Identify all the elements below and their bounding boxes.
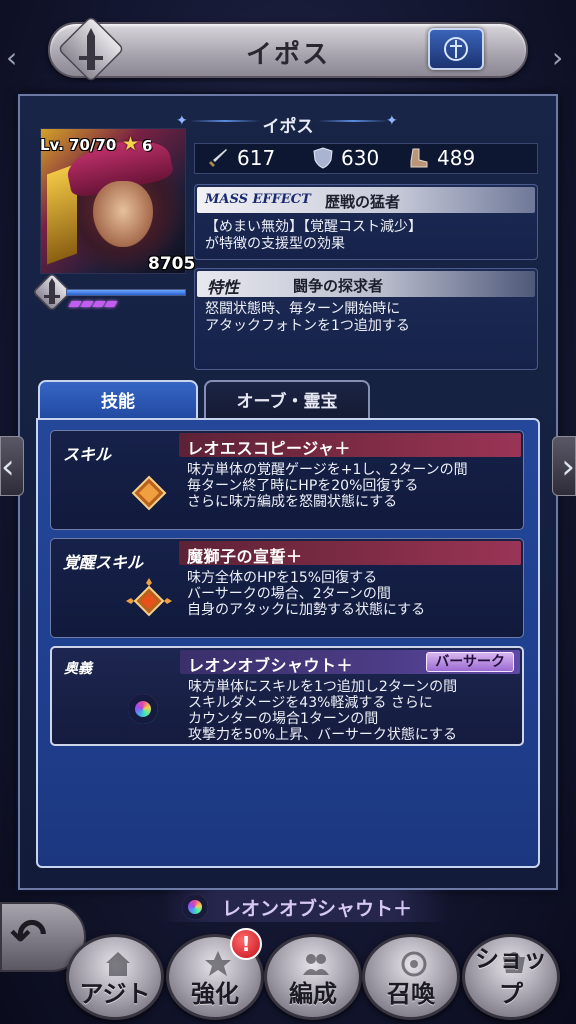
skill-name: 魔獅子の宣誓＋ (187, 547, 303, 566)
sword-icon (209, 149, 227, 167)
exp-bar (66, 289, 186, 296)
skill-crystal-icon (131, 475, 167, 511)
chevron-left-icon[interactable]: ‹ (6, 38, 20, 78)
awaken-crystal-icon (126, 578, 172, 617)
skill-desc-line: カウンターの場合1ターンの間 (188, 711, 379, 727)
trait-title: 闘争の探求者 (293, 277, 384, 295)
trait-box[interactable]: 特性 闘争の探求者 怒闘状態時、毎ターン開始時に アタックフォトンを1つ追加する (194, 268, 538, 370)
skill-desc-line: 毎ターン終了時にHPを20%回復する (187, 478, 419, 494)
stats-bar: 617 630 489 (194, 143, 538, 174)
nav-button-party[interactable]: 編成 (264, 934, 362, 1020)
skill-name: レオンオブシャウト＋ (188, 656, 354, 675)
sword-icon (44, 278, 60, 304)
sparkle-icon: ✦ (386, 113, 398, 129)
skill-desc-line: 味方全体のHPを15%回復する (187, 570, 378, 586)
mass-effect-box[interactable]: MASS EFFECT 歴戦の猛者 【めまい無効】【覚醒コスト減少】 が特徴の支… (194, 184, 538, 260)
ougi-card[interactable]: 奥義 レオンオブシャウト＋ バーサーク 味方単体にスキルを1つ追加し2ターンの間… (50, 646, 524, 746)
star-count: 6 (142, 137, 153, 155)
mass-effect-title: 歴戦の猛者 (325, 193, 401, 211)
skill-name: レオエスコピージャ＋ (187, 439, 351, 458)
exp-bar-fill (67, 290, 185, 295)
skill-desc-line: 自身のアタックに加勢する状態にする (187, 602, 426, 618)
nav-label: アジト (79, 980, 151, 1008)
star-icon: ★ (122, 133, 140, 155)
mass-effect-desc: が特徴の支援型の効果 (205, 236, 345, 252)
skill-card[interactable]: スキル レオエスコピージャ＋ 味方単体の覚醒ゲージを+1し、2ターンの間 毎ター… (50, 430, 524, 530)
attack-value: 617 (237, 146, 276, 170)
skill-name-bar: 魔獅子の宣誓＋ (179, 541, 521, 566)
skill-desc-line: さらに味方編成を怒闘状態にする (187, 494, 398, 510)
attack-stat: 617 (207, 146, 275, 170)
nav-button-summon[interactable]: 召喚 (362, 934, 460, 1020)
berserk-badge: バーサーク (426, 652, 514, 672)
ougi-label: レオンオブシャウト＋ (222, 898, 413, 920)
nav-label: ショップ (475, 945, 547, 1008)
level-label: Lv. 70/70 (40, 136, 117, 154)
skill-type-label: スキル (63, 445, 112, 464)
nav-button-base[interactable]: アジト (66, 934, 164, 1020)
skill-name-bar: レオエスコピージャ＋ (179, 433, 521, 458)
mass-effect-header: MASS EFFECT 歴戦の猛者 (197, 187, 535, 213)
skill-type-label: 奥義 (64, 661, 92, 677)
back-arrow-icon[interactable]: ↶ (10, 910, 47, 961)
skill-type-label: 覚醒スキル (63, 553, 144, 572)
mass-effect-tag: MASS EFFECT (205, 192, 311, 207)
nav-label: 召喚 (387, 980, 435, 1008)
speed-value: 489 (437, 146, 476, 170)
ability-gauge (68, 301, 118, 307)
nav-button-shop[interactable]: ショップ (462, 934, 560, 1020)
header: ‹ イポス › (0, 0, 576, 96)
skill-name-bar: レオンオブシャウト＋ バーサーク (180, 650, 520, 675)
skill-desc-line: 味方単体にスキルを1つ追加し2ターンの間 (188, 679, 458, 695)
trait-header: 特性 闘争の探求者 (197, 271, 535, 297)
skill-desc-line: バーサークの場合、2ターンの間 (187, 586, 391, 602)
power-value: 8705 (148, 254, 196, 274)
mass-effect-desc: 【めまい無効】【覚醒コスト減少】 (205, 219, 422, 235)
ougi-orb-icon (128, 694, 158, 724)
ougi-orb-icon (182, 894, 208, 920)
shield-icon (313, 147, 333, 169)
trait-tag: 特性 (207, 278, 240, 297)
defense-stat: 630 (313, 146, 379, 170)
chevron-left-icon[interactable]: ‹ (0, 436, 24, 496)
divider (318, 120, 388, 122)
nav-label: 強化 (191, 980, 239, 1008)
trait-desc: アタックフォトンを1つ追加する (205, 318, 410, 334)
chevron-right-icon[interactable]: › (552, 38, 566, 78)
skill-desc-line: 味方単体の覚醒ゲージを+1し、2ターンの間 (187, 462, 468, 478)
tab-orb-treasure[interactable]: オーブ・霊宝 (204, 380, 370, 420)
defense-value: 630 (341, 146, 380, 170)
nav-label: 編成 (289, 980, 337, 1008)
chevron-right-icon[interactable]: › (552, 436, 576, 496)
boot-icon (410, 148, 428, 168)
skill-desc-line: 攻撃力を50%上昇、バーサーク状態にする (188, 727, 457, 743)
speed-stat: 489 (407, 146, 475, 170)
alert-badge: ! (230, 928, 262, 960)
skill-card[interactable]: 覚醒スキル 魔獅子の宣誓＋ 味方全体のHPを15%回復する バーサークの場合、2… (50, 538, 524, 638)
card-icon[interactable] (428, 28, 484, 70)
skill-desc-line: スキルダメージを43%軽減する さらに (188, 695, 433, 711)
ability-dot (104, 301, 118, 307)
tab-skills[interactable]: 技能 (38, 380, 198, 420)
sword-icon (79, 28, 103, 70)
trait-desc: 怒闘状態時、毎ターン開始時に (205, 301, 401, 317)
